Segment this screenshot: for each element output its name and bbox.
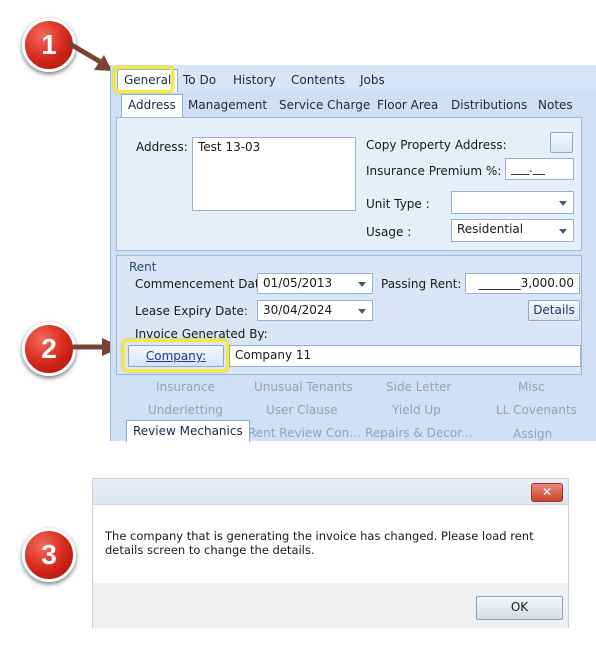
passing-rent-input[interactable]: _______3,000.00 bbox=[465, 273, 580, 294]
copy-address-label: Copy Property Address: bbox=[366, 138, 507, 152]
copy-address-button[interactable] bbox=[550, 132, 573, 153]
dialog-title-bar: ✕ bbox=[93, 479, 568, 505]
link-user-clause[interactable]: User Clause bbox=[266, 403, 337, 417]
unit-type-label: Unit Type : bbox=[366, 197, 430, 211]
commencement-date-label: Commencement Date: bbox=[135, 277, 271, 291]
address-panel: Address: Test 13-03 Copy Property Addres… bbox=[116, 117, 582, 251]
commencement-date-value: 01/05/2013 bbox=[263, 276, 333, 290]
step-3-badge: 3 bbox=[22, 528, 76, 582]
chevron-down-icon bbox=[559, 200, 567, 206]
tab-service-charge[interactable]: Service Charge bbox=[273, 95, 376, 115]
rent-section-label: Rent bbox=[129, 260, 157, 274]
lease-expiry-date-value: 30/04/2024 bbox=[263, 303, 333, 317]
dialog-footer: OK bbox=[93, 583, 568, 628]
main-tab-bar: General To Do History Contents Jobs bbox=[111, 65, 596, 92]
unit-type-select[interactable] bbox=[451, 191, 574, 214]
lease-expiry-date-label: Lease Expiry Date: bbox=[135, 304, 248, 318]
link-insurance[interactable]: Insurance bbox=[156, 380, 215, 394]
link-yield-up[interactable]: Yield Up bbox=[392, 403, 441, 417]
general-tab-highlight bbox=[113, 66, 174, 93]
message-dialog: ✕ The company that is generating the inv… bbox=[92, 478, 569, 628]
step-2-badge: 2 bbox=[22, 322, 76, 376]
chevron-down-icon bbox=[358, 281, 366, 287]
bottom-link-grid: Insurance Unusual Tenants Side Letter Mi… bbox=[111, 375, 596, 442]
address-textarea[interactable]: Test 13-03 bbox=[192, 137, 356, 211]
tab-jobs[interactable]: Jobs bbox=[354, 70, 391, 90]
close-icon[interactable]: ✕ bbox=[531, 483, 563, 502]
link-repairs-decor[interactable]: Repairs & Decor... bbox=[365, 426, 473, 440]
ok-button[interactable]: OK bbox=[476, 596, 563, 620]
link-ll-covenants[interactable]: LL Covenants bbox=[496, 403, 577, 417]
tab-contents[interactable]: Contents bbox=[285, 70, 351, 90]
company-input[interactable]: Company 11 bbox=[229, 345, 581, 367]
tab-history[interactable]: History bbox=[227, 70, 282, 90]
chevron-down-icon bbox=[358, 308, 366, 314]
link-misc[interactable]: Misc bbox=[518, 380, 545, 394]
usage-label: Usage : bbox=[366, 225, 412, 239]
tab-to-do[interactable]: To Do bbox=[177, 70, 222, 90]
details-button[interactable]: Details bbox=[528, 300, 580, 321]
link-underletting[interactable]: Underletting bbox=[148, 403, 223, 417]
link-review-mechanics[interactable]: Review Mechanics bbox=[126, 420, 250, 442]
insurance-premium-label: Insurance Premium %: bbox=[366, 164, 502, 178]
tab-address[interactable]: Address bbox=[121, 94, 183, 118]
tab-distributions[interactable]: Distributions bbox=[445, 95, 533, 115]
usage-select[interactable]: Residential bbox=[451, 219, 574, 242]
link-side-letter[interactable]: Side Letter bbox=[386, 380, 451, 394]
link-unusual-tenants[interactable]: Unusual Tenants bbox=[254, 380, 353, 394]
commencement-date-picker[interactable]: 01/05/2013 bbox=[257, 273, 373, 294]
tab-management[interactable]: Management bbox=[182, 95, 273, 115]
address-label: Address: bbox=[136, 140, 188, 154]
passing-rent-label: Passing Rent: bbox=[381, 277, 462, 291]
usage-value: Residential bbox=[457, 222, 524, 236]
insurance-premium-input[interactable]: ___.__ bbox=[505, 158, 574, 180]
sub-tab-bar: Address Management Service Charge Floor … bbox=[116, 93, 596, 118]
link-assign[interactable]: Assign bbox=[513, 427, 552, 441]
chevron-down-icon bbox=[559, 228, 567, 234]
dialog-message: The company that is generating the invoi… bbox=[105, 529, 534, 557]
tab-notes[interactable]: Notes bbox=[532, 95, 579, 115]
company-button-highlight bbox=[122, 339, 229, 372]
link-rent-review-con[interactable]: Rent Review Con... bbox=[248, 426, 361, 440]
property-unit-window: General To Do History Contents Jobs Addr… bbox=[110, 65, 596, 442]
tab-floor-area[interactable]: Floor Area bbox=[371, 95, 444, 115]
lease-expiry-date-picker[interactable]: 30/04/2024 bbox=[257, 300, 373, 321]
